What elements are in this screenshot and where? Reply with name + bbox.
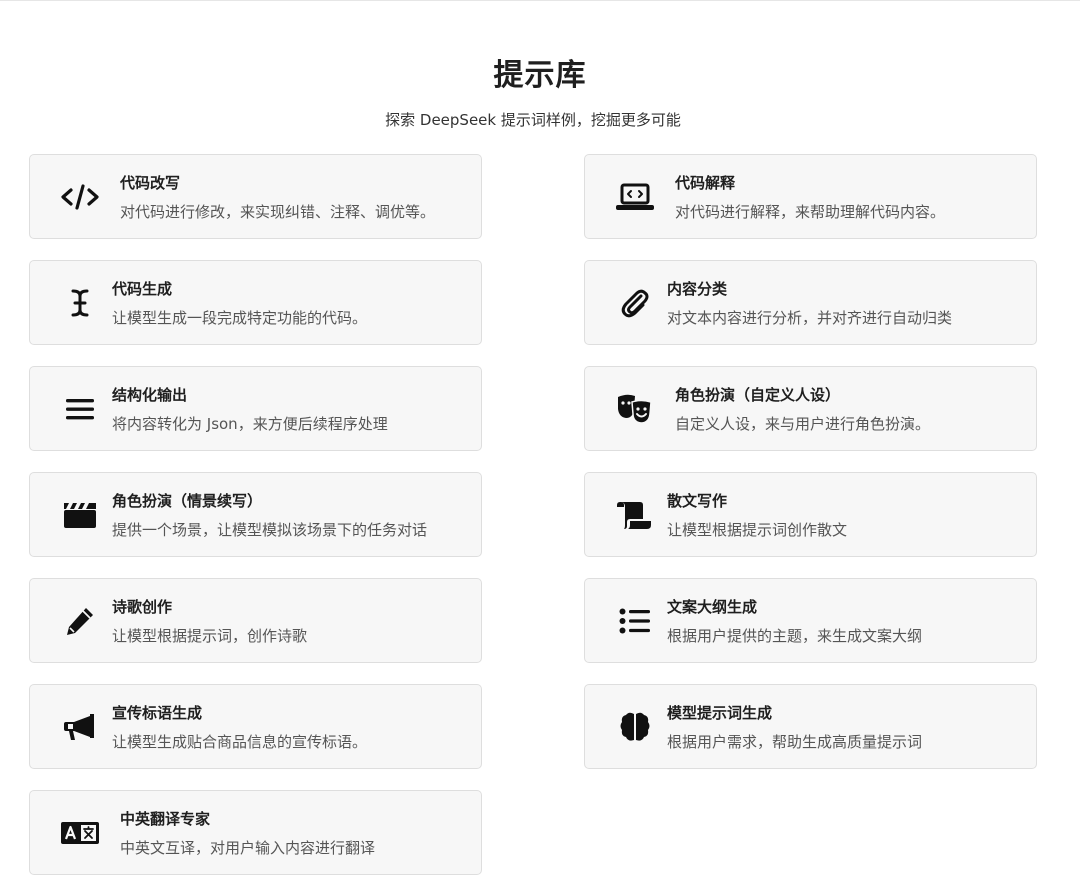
card-title: 代码改写 [120,174,181,192]
brain-icon [615,707,655,747]
scroll-icon [615,495,655,535]
list-icon [615,601,655,641]
card-description: 将内容转化为 Json，来方便后续程序处理 [112,415,388,433]
card-title: 模型提示词生成 [667,704,773,722]
prompt-card-code-rewrite[interactable]: 代码改写 对代码进行修改，来实现纠错、注释、调优等。 [29,154,482,239]
language-icon [60,813,100,853]
prompt-card-prompt-gen[interactable]: 模型提示词生成 根据用户需求，帮助生成高质量提示词 [584,684,1037,769]
prompt-card-code-generate[interactable]: 代码生成 让模型生成一段完成特定功能的代码。 [29,260,482,345]
masks-theater-icon [615,389,655,429]
prompt-card-structured-output[interactable]: 结构化输出 将内容转化为 Json，来方便后续程序处理 [29,366,482,451]
card-description: 对代码进行解释，来帮助理解代码内容。 [675,203,946,221]
prompt-library-page: 提示库 探索 DeepSeek 提示词样例，挖掘更多可能 代码改写 对代码进行修… [0,0,1080,895]
laptop-code-icon [615,177,655,217]
card-description: 根据用户需求，帮助生成高质量提示词 [667,733,923,751]
prompt-card-content-classify[interactable]: 内容分类 对文本内容进行分析，并对齐进行自动归类 [584,260,1037,345]
prompt-card-outline[interactable]: 文案大纲生成 根据用户提供的主题，来生成文案大纲 [584,578,1037,663]
pencil-icon [60,601,100,641]
card-description: 让模型生成一段完成特定功能的代码。 [112,309,368,327]
card-description: 对代码进行修改，来实现纠错、注释、调优等。 [120,203,436,221]
page-title: 提示库 [493,58,587,93]
prompt-card-poetry[interactable]: 诗歌创作 让模型根据提示词，创作诗歌 [29,578,482,663]
prompt-card-roleplay-scenario[interactable]: 角色扮演（情景续写） 提供一个场景，让模型模拟该场景下的任务对话 [29,472,482,557]
card-description: 自定义人设，来与用户进行角色扮演。 [675,415,931,433]
card-title: 散文写作 [667,492,728,510]
card-title: 内容分类 [667,280,728,298]
prompt-card-translation[interactable]: 中英翻译专家 中英文互译，对用户输入内容进行翻译 [29,790,482,875]
card-title: 结构化输出 [112,386,188,404]
card-title: 中英翻译专家 [120,810,211,828]
prompt-card-slogan[interactable]: 宣传标语生成 让模型生成贴合商品信息的宣传标语。 [29,684,482,769]
bullhorn-icon [60,707,100,747]
card-title: 代码生成 [112,280,173,298]
prompt-card-prose-writing[interactable]: 散文写作 让模型根据提示词创作散文 [584,472,1037,557]
card-description: 让模型根据提示词，创作诗歌 [112,627,308,645]
card-description: 让模型生成贴合商品信息的宣传标语。 [112,733,368,751]
card-description: 让模型根据提示词创作散文 [667,521,848,539]
text-cursor-icon [60,283,100,323]
card-title: 文案大纲生成 [667,598,758,616]
clapperboard-icon [60,495,100,535]
card-title: 诗歌创作 [112,598,173,616]
card-description: 对文本内容进行分析，并对齐进行自动归类 [667,309,953,327]
page-subtitle: 探索 DeepSeek 提示词样例，挖掘更多可能 [385,111,681,129]
code-icon [60,177,100,217]
card-description: 提供一个场景，让模型模拟该场景下的任务对话 [112,521,428,539]
prompt-card-grid: 代码改写 对代码进行修改，来实现纠错、注释、调优等。 代码解释 对代码进行解释，… [29,154,1037,875]
bars-icon [60,389,100,429]
top-divider [0,0,1080,1]
card-description: 中英文互译，对用户输入内容进行翻译 [120,839,376,857]
card-title: 角色扮演（情景续写） [112,492,263,510]
prompt-card-roleplay-persona[interactable]: 角色扮演（自定义人设） 自定义人设，来与用户进行角色扮演。 [584,366,1037,451]
prompt-card-code-explain[interactable]: 代码解释 对代码进行解释，来帮助理解代码内容。 [584,154,1037,239]
card-description: 根据用户提供的主题，来生成文案大纲 [667,627,923,645]
paperclip-icon [615,283,655,323]
card-title: 宣传标语生成 [112,704,203,722]
card-title: 代码解释 [675,174,736,192]
card-title: 角色扮演（自定义人设） [675,386,841,404]
